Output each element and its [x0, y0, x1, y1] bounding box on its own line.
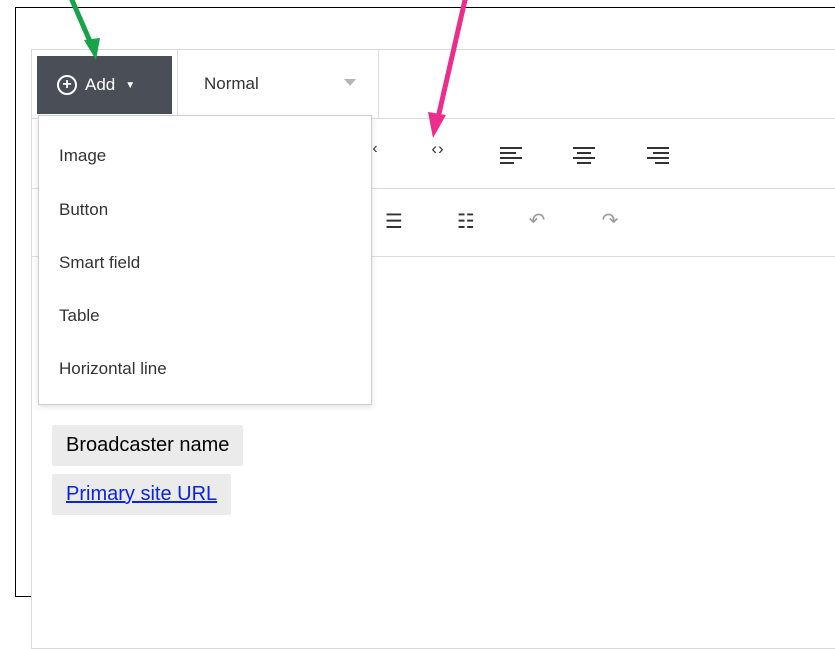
- green-arrow: [69, 0, 100, 60]
- pink-arrow: [428, 0, 468, 138]
- annotation-arrows: [69, 0, 468, 138]
